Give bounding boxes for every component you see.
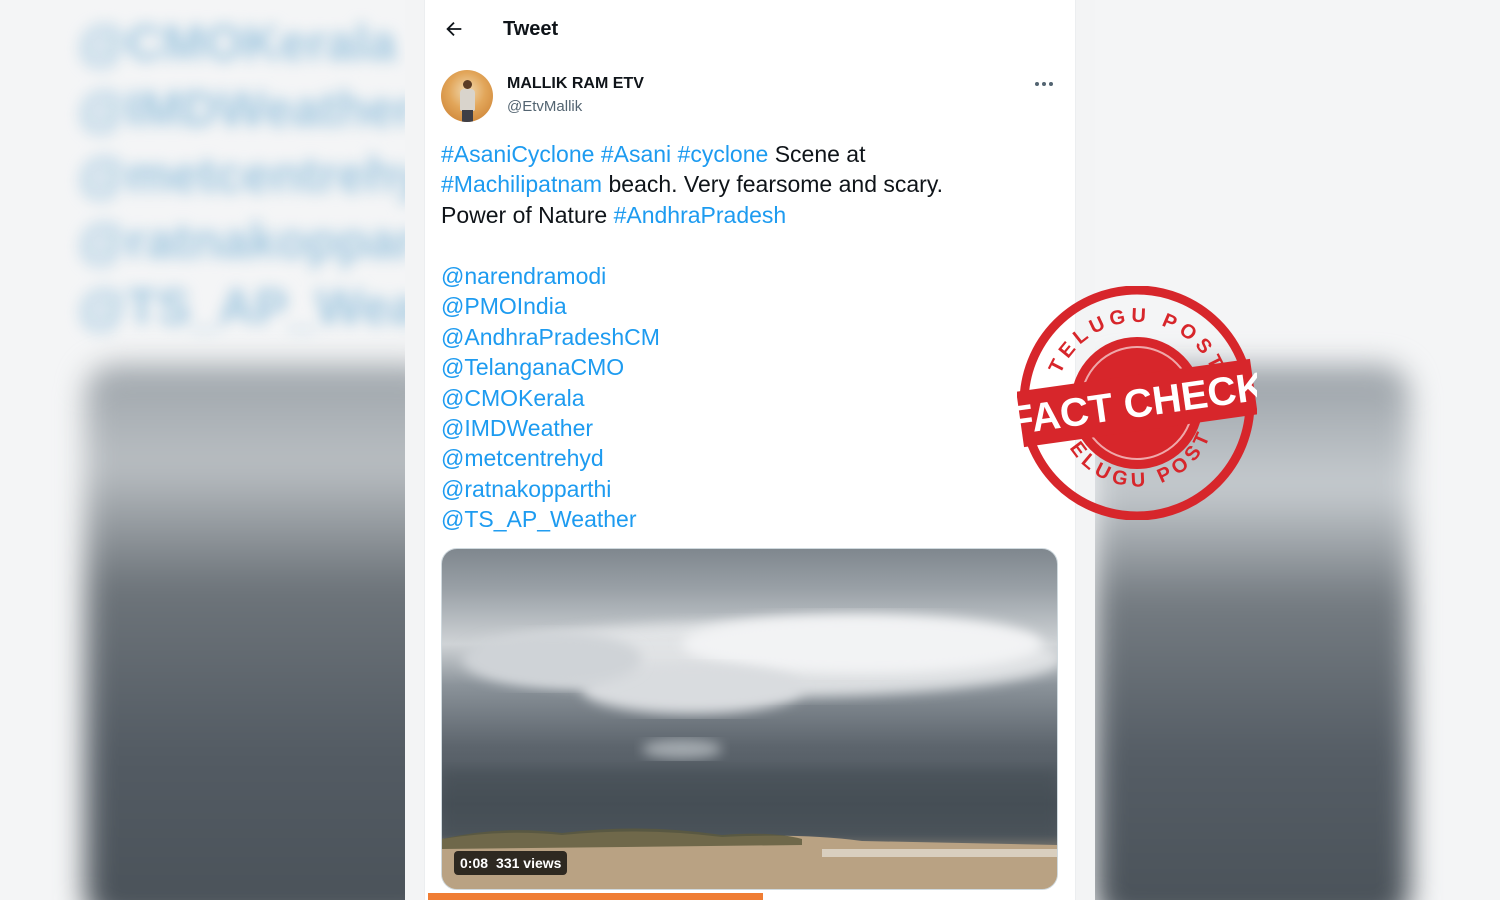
hashtag-link[interactable]: #Machilipatnam	[441, 171, 602, 197]
mention-link[interactable]: @TS_AP_Weather	[441, 504, 660, 534]
tweet-card: Tweet MALLIK RAM ETV @EtvMallik #AsaniCy…	[424, 0, 1076, 900]
tweet-text-segment: Scene at	[768, 141, 866, 167]
mention-link[interactable]: @IMDWeather	[441, 413, 660, 443]
hashtag-link[interactable]: #AndhraPradesh	[614, 202, 787, 228]
video-player[interactable]: 0:08 331 views	[441, 548, 1058, 890]
mention-link[interactable]: @ratnakopparthi	[441, 474, 660, 504]
mention-link[interactable]: @PMOIndia	[441, 291, 660, 321]
mention-list: @narendramodi @PMOIndia @AndhraPradeshCM…	[441, 261, 660, 535]
video-progress-bar[interactable]	[428, 893, 763, 900]
author-handle[interactable]: @EtvMallik	[507, 98, 582, 115]
tweet-text-segment: Power of Nature	[441, 201, 614, 228]
video-meta-badge: 0:08 331 views	[454, 851, 568, 875]
mention-link[interactable]: @metcentrehyd	[441, 443, 660, 473]
fact-check-stamp-icon: TELUGU POST TELUGU POST FACT CHECK	[1017, 286, 1257, 520]
ellipsis-icon[interactable]	[1035, 82, 1057, 88]
video-duration: 0:08	[460, 855, 489, 871]
storm-cloud-image	[442, 614, 1057, 889]
hashtag-link[interactable]: #Asani	[601, 141, 671, 167]
blurred-background-left: @CMOKerala @IMDWeather @metcentrehyd @ra…	[0, 0, 405, 900]
video-views: 331 views	[496, 855, 562, 871]
tweet-text: #AsaniCyclone #Asani #cyclone Scene at #…	[441, 139, 1051, 230]
page-title: Tweet	[503, 18, 559, 40]
tweet-text-segment: beach. Very fearsome and scary.	[602, 171, 944, 198]
mention-link[interactable]: @TelanganaCMO	[441, 352, 660, 382]
avatar[interactable]	[441, 70, 493, 122]
author-name[interactable]: MALLIK RAM ETV	[507, 75, 644, 93]
hashtag-link[interactable]: #cyclone	[678, 141, 769, 167]
mention-link[interactable]: @CMOKerala	[441, 383, 660, 413]
mention-link[interactable]: @narendramodi	[441, 261, 660, 291]
tweet-header: Tweet	[425, 0, 1075, 60]
arrow-left-icon[interactable]	[443, 18, 465, 40]
mention-link[interactable]: @AndhraPradeshCM	[441, 322, 660, 352]
blurred-handles: @CMOKerala @IMDWeather @metcentrehyd @ra…	[78, 15, 405, 335]
blurred-media	[85, 365, 405, 900]
hashtag-link[interactable]: #AsaniCyclone	[441, 141, 594, 167]
